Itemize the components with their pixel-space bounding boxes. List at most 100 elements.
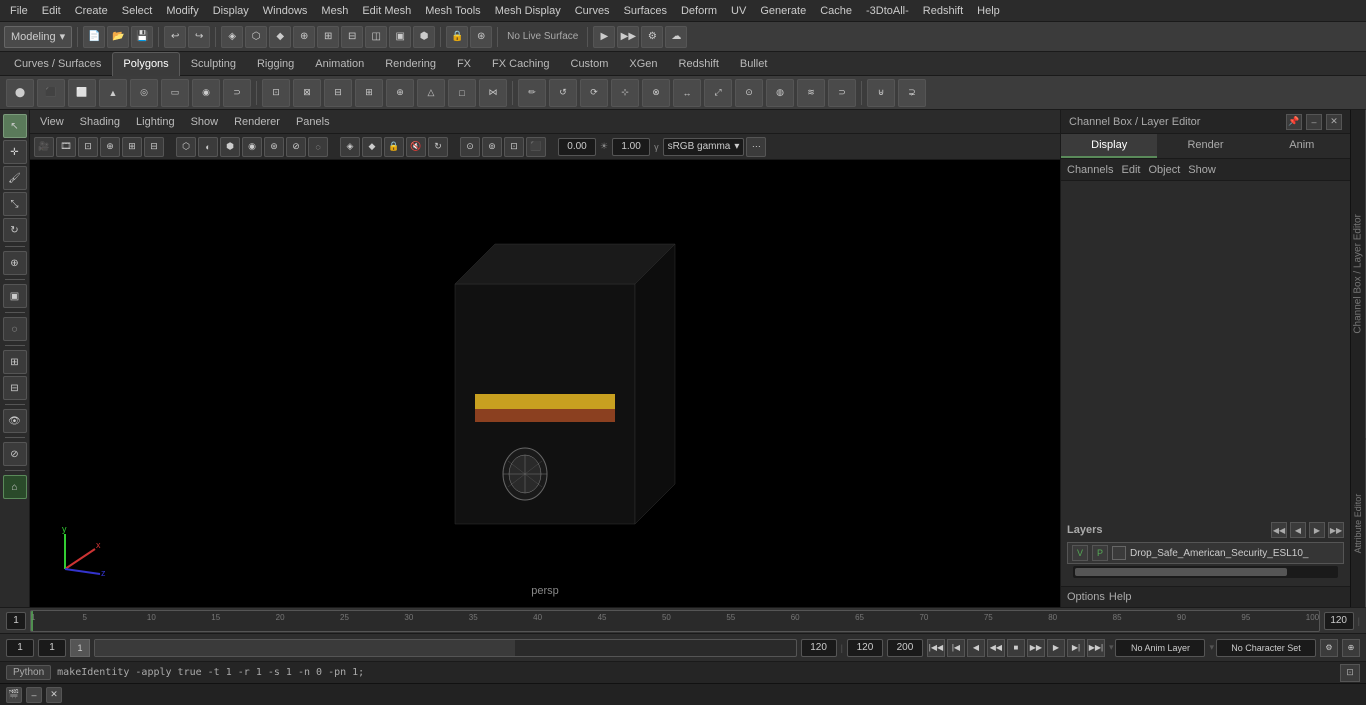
tool4-btn[interactable]: ⬢ xyxy=(413,26,435,48)
move-tool[interactable]: ✛ xyxy=(3,140,27,164)
shelf-unwrap[interactable]: ⊎ xyxy=(867,79,895,107)
ch-channels[interactable]: Channels xyxy=(1067,164,1113,176)
home-btn[interactable]: ⌂ xyxy=(3,475,27,499)
tab-polygons[interactable]: Polygons xyxy=(112,52,179,76)
menu-windows[interactable]: Windows xyxy=(257,3,314,19)
vp-texture-btn[interactable]: ⬢ xyxy=(220,137,240,157)
python-command[interactable]: makeIdentity -apply true -t 1 -r 1 -s 1 … xyxy=(57,667,1334,678)
shelf-bevel[interactable]: ⊟ xyxy=(324,79,352,107)
layer-p-btn[interactable]: P xyxy=(1092,545,1108,561)
shelf-tri[interactable]: △ xyxy=(417,79,445,107)
menu-mesh-tools[interactable]: Mesh Tools xyxy=(419,3,486,19)
shelf-target-weld[interactable]: ⊙ xyxy=(735,79,763,107)
vp-xray-btn[interactable]: ⊛ xyxy=(264,137,284,157)
vp-camera-btn[interactable]: 🎥 xyxy=(34,137,54,157)
shelf-wedge[interactable]: ⊗ xyxy=(642,79,670,107)
shelf-loop[interactable]: ↺ xyxy=(549,79,577,107)
shelf-disc[interactable]: ◉ xyxy=(192,79,220,107)
vp-gate-btn[interactable]: ⊡ xyxy=(78,137,98,157)
tab-custom[interactable]: Custom xyxy=(561,52,619,76)
viewport-canvas[interactable]: x y z persp xyxy=(30,160,1060,607)
undo-btn[interactable]: ↩ xyxy=(164,26,186,48)
vp-backface-btn[interactable]: ⊘ xyxy=(286,137,306,157)
char-set-field[interactable]: No Character Set xyxy=(1216,639,1316,657)
tool3-btn[interactable]: ▣ xyxy=(389,26,411,48)
panel-pin-btn[interactable]: 📌 xyxy=(1286,114,1302,130)
vp-hud-btn[interactable]: ⊟ xyxy=(144,137,164,157)
menu-mesh-display[interactable]: Mesh Display xyxy=(489,3,567,19)
panel-min-btn[interactable]: – xyxy=(1306,114,1322,130)
grid-btn[interactable]: ⊞ xyxy=(3,350,27,374)
fx-btn[interactable]: ☁ xyxy=(665,26,687,48)
ch-show[interactable]: Show xyxy=(1188,164,1216,176)
transform-btn[interactable]: ⊕ xyxy=(293,26,315,48)
pb-step-start-btn[interactable]: |◀◀ xyxy=(927,639,945,657)
vp-iso-btn[interactable]: ◆ xyxy=(362,137,382,157)
timeline-ruler[interactable]: 1 5 10 15 20 25 30 35 40 45 50 55 60 65 … xyxy=(30,610,1320,632)
vp-comp-btn[interactable]: ⊚ xyxy=(482,137,502,157)
paint-tool[interactable]: 🖌 xyxy=(3,166,27,190)
playback-start-field2[interactable]: 120 xyxy=(847,639,883,657)
lasso-tool-btn[interactable]: ⬡ xyxy=(245,26,267,48)
ch-object[interactable]: Object xyxy=(1148,164,1180,176)
vp-exposure-field[interactable]: 0.00 xyxy=(558,138,596,156)
anim-key-btn[interactable]: ⊕ xyxy=(1342,639,1360,657)
menu-display[interactable]: Display xyxy=(207,3,255,19)
shelf-smooth[interactable]: ⊕ xyxy=(386,79,414,107)
shelf-transform-edge[interactable]: ⤢ xyxy=(704,79,732,107)
layer-next-btn[interactable]: ▶▶ xyxy=(1328,522,1344,538)
symmetry-btn[interactable]: ◫ xyxy=(365,26,387,48)
timeline-playhead[interactable] xyxy=(31,611,33,631)
shelf-bridge[interactable]: ⊠ xyxy=(293,79,321,107)
select-tool[interactable]: ↖ xyxy=(3,114,27,138)
timeline-end-frame[interactable]: 120 xyxy=(1324,612,1354,630)
vp-loop-btn[interactable]: ↻ xyxy=(428,137,448,157)
vp-wire-btn[interactable]: ⬡ xyxy=(176,137,196,157)
menu-redshift[interactable]: Redshift xyxy=(917,3,969,19)
menu-edit-mesh[interactable]: Edit Mesh xyxy=(356,3,417,19)
rp-tab-anim[interactable]: Anim xyxy=(1254,134,1350,158)
shelf-plane[interactable]: ▭ xyxy=(161,79,189,107)
vp-more-btn[interactable]: ⋯ xyxy=(746,137,766,157)
channel-box-side-label[interactable]: Channel Box / Layer Editor xyxy=(1351,110,1366,439)
pb-stop-btn[interactable]: ■ xyxy=(1007,639,1025,657)
shelf-cube[interactable]: ⬛ xyxy=(37,79,65,107)
mode-dropdown[interactable]: Modeling ▾ xyxy=(4,26,72,48)
tab-curves-surfaces[interactable]: Curves / Surfaces xyxy=(4,52,111,76)
soft-select-btn[interactable]: ⊟ xyxy=(341,26,363,48)
shelf-circularize[interactable]: ◍ xyxy=(766,79,794,107)
vp-view-menu[interactable]: View xyxy=(36,114,68,130)
render-seq-btn[interactable]: ▶▶ xyxy=(617,26,639,48)
pb-step-end-btn[interactable]: ▶▶| xyxy=(1087,639,1105,657)
vp-ambient-btn[interactable]: ◉ xyxy=(242,137,262,157)
playback-range-bar[interactable] xyxy=(94,639,797,657)
menu-surfaces[interactable]: Surfaces xyxy=(618,3,673,19)
vp-smooth-btn[interactable]: ◌ xyxy=(308,137,328,157)
open-scene-btn[interactable]: 📂 xyxy=(107,26,129,48)
vp-view3-btn[interactable]: ⊕ xyxy=(100,137,120,157)
menu-file[interactable]: File xyxy=(4,3,34,19)
rotate-tool[interactable]: ↻ xyxy=(3,218,27,242)
vp-gamma-field[interactable]: 1.00 xyxy=(612,138,650,156)
tab-fx[interactable]: FX xyxy=(447,52,481,76)
timeline-current-frame[interactable]: 1 xyxy=(6,612,26,630)
shelf-pipe[interactable]: ⊃ xyxy=(223,79,251,107)
snap-btn[interactable]: ⊞ xyxy=(317,26,339,48)
vp-sel-btn[interactable]: ◈ xyxy=(340,137,360,157)
save-scene-btn[interactable]: 💾 xyxy=(131,26,153,48)
vp-grid-btn[interactable]: ⊞ xyxy=(122,137,142,157)
shelf-merge[interactable]: ⋈ xyxy=(479,79,507,107)
playback-end-field2[interactable]: 200 xyxy=(887,639,923,657)
soft-select-tool[interactable]: ◌ xyxy=(3,317,27,341)
select-tool-btn[interactable]: ◈ xyxy=(221,26,243,48)
frame-field-2[interactable]: 1 xyxy=(38,639,66,657)
tab-xgen[interactable]: XGen xyxy=(619,52,667,76)
menu-uv[interactable]: UV xyxy=(725,3,752,19)
vp-mute-btn[interactable]: 🔇 xyxy=(406,137,426,157)
shelf-boolean[interactable]: ⊞ xyxy=(355,79,383,107)
tab-redshift[interactable]: Redshift xyxy=(669,52,729,76)
vp-obj-btn[interactable]: ⊙ xyxy=(460,137,480,157)
ch-edit[interactable]: Edit xyxy=(1121,164,1140,176)
minimize-btn[interactable]: – xyxy=(26,687,42,703)
shelf-sphere[interactable]: ⬤ xyxy=(6,79,34,107)
